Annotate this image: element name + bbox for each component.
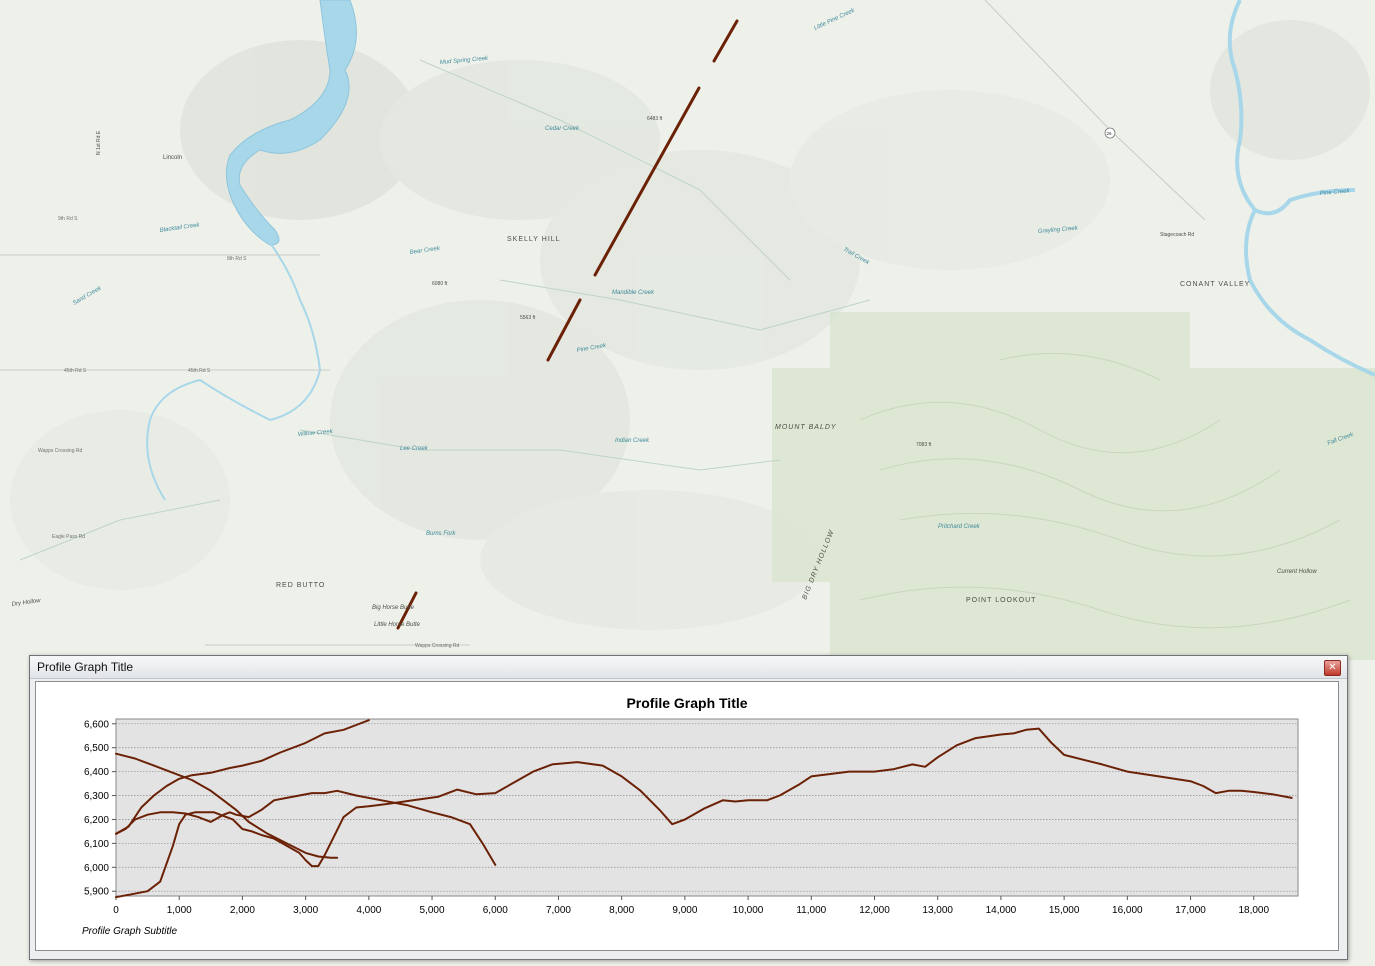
label-little-horse-butte: Little Horse Butte [374, 622, 421, 628]
label-elev-3: 5563 ft [520, 315, 536, 321]
label-n-1st: N 1st Rd E [96, 130, 102, 155]
label-mandible-creek: Mandible Creek [612, 290, 655, 296]
x-tick-label: 6,000 [483, 905, 508, 916]
x-tick-label: 7,000 [546, 905, 571, 916]
y-tick-label: 6,600 [84, 719, 109, 730]
label-mount-baldy: MOUNT BALDY [775, 424, 837, 431]
label-point-lookout: POINT LOOKOUT [966, 597, 1036, 604]
y-tick-label: 6,200 [84, 815, 109, 826]
label-current-hollow: Current Hollow [1277, 569, 1317, 575]
x-tick-label: 18,000 [1238, 905, 1269, 916]
x-tick-label: 2,000 [230, 905, 255, 916]
x-tick-label: 13,000 [922, 905, 953, 916]
label-burns-fork: Burns Fork [426, 531, 456, 537]
label-pritchard-creek: Pritchard Creek [938, 524, 981, 530]
x-axis: 0 1,000 2,000 3,000 4,000 5,000 6,000 7,000 8,00… [113, 896, 1269, 916]
label-9th-rd-s: 9th Rd S [58, 216, 78, 222]
x-tick-label: 5,000 [420, 905, 445, 916]
y-tick-label: 6,100 [84, 839, 109, 850]
label-elev-1: 6483 ft [647, 116, 663, 122]
highway-shield: 26 [1104, 127, 1116, 139]
label-elev-2: 7083 ft [916, 442, 932, 448]
label-conant-valley: CONANT VALLEY [1180, 281, 1250, 288]
y-tick-label: 6,000 [84, 863, 109, 874]
label-45th-rd-s-2: 45th Rd S [188, 368, 211, 374]
label-lincoln: Lincoln [163, 155, 182, 161]
label-wapps-crossing-rd-2: Wapps Crossing Rd [415, 643, 459, 649]
label-indian-creek: Indian Creek [615, 438, 650, 444]
chart-title: Profile Graph Title [626, 695, 747, 711]
window-titlebar[interactable]: Profile Graph Title ✕ [30, 656, 1347, 679]
x-tick-label: 17,000 [1175, 905, 1206, 916]
label-lee-creek: Lee Creek [400, 446, 429, 452]
x-tick-label: 16,000 [1112, 905, 1143, 916]
profile-graph[interactable]: Profile Graph Title 5,900 6,000 6,100 6,200… [36, 682, 1338, 950]
window-title: Profile Graph Title [37, 660, 134, 674]
x-tick-label: 9,000 [672, 905, 697, 916]
y-axis: 5,900 6,000 6,100 6,200 6,300 6,400 6,500 6,600 [84, 719, 116, 898]
svg-text:26: 26 [1107, 131, 1113, 136]
profile-graph-panel[interactable]: Profile Graph Title 5,900 6,000 6,100 6,200… [35, 681, 1339, 951]
x-tick-label: 14,000 [986, 905, 1017, 916]
label-45th-rd-s: 45th Rd S [64, 368, 87, 374]
label-big-horse-butte: Big Horse Butte [372, 605, 415, 611]
label-red-butte: RED BUTTO [276, 582, 325, 589]
label-wapps-crossing-rd: Wapps Crossing Rd [38, 448, 82, 454]
close-icon[interactable]: ✕ [1324, 660, 1341, 676]
label-8th-rd-s: 8th Rd S [227, 256, 247, 262]
x-tick-label: 11,000 [796, 905, 826, 916]
y-tick-label: 6,300 [84, 791, 109, 802]
label-eagle-pass-rd: Eagle Pass Rd [52, 534, 85, 540]
profile-graph-window[interactable]: Profile Graph Title ✕ Profile Graph Titl… [29, 655, 1348, 960]
y-tick-label: 6,400 [84, 767, 109, 778]
y-tick-label: 5,900 [84, 887, 109, 898]
label-skelly-hill: SKELLY HILL [507, 236, 561, 243]
x-tick-label: 1,000 [167, 905, 192, 916]
x-tick-label: 10,000 [733, 905, 764, 916]
x-tick-label: 3,000 [293, 905, 318, 916]
chart-subtitle: Profile Graph Subtitle [82, 926, 177, 937]
label-elev-4: 6080 ft [432, 281, 448, 287]
x-tick-label: 8,000 [609, 905, 634, 916]
y-tick-label: 6,500 [84, 743, 109, 754]
label-stagecoach-rd: Stagecoach Rd [1160, 232, 1194, 238]
x-tick-label: 4,000 [356, 905, 381, 916]
label-cedar-creek: Cedar Creek [545, 126, 580, 132]
x-tick-label: 0 [113, 905, 119, 916]
x-tick-label: 12,000 [859, 905, 890, 916]
x-tick-label: 15,000 [1049, 905, 1080, 916]
